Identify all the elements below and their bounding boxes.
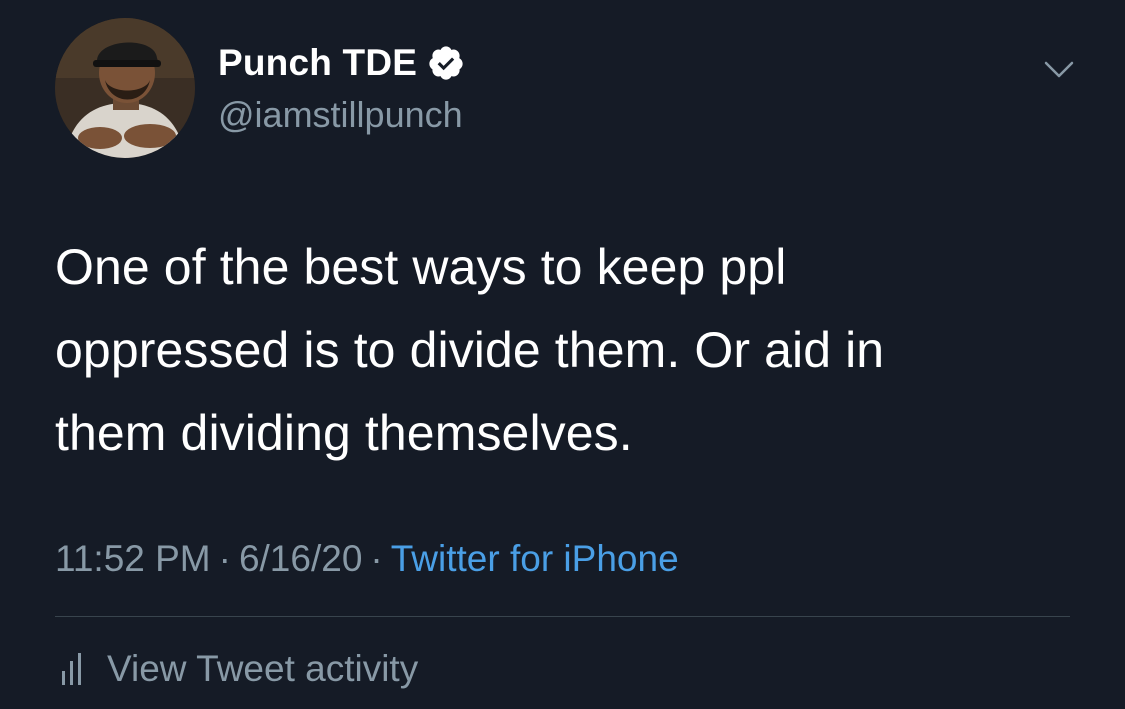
author-handle[interactable]: @iamstillpunch [218,94,463,136]
author-name-row[interactable]: Punch TDE [218,42,465,84]
tweet-metadata: 11:52 PM · 6/16/20 · Twitter for iPhone [55,538,679,580]
view-tweet-activity-button[interactable]: View Tweet activity [55,648,418,690]
chevron-down-icon[interactable] [1038,48,1080,90]
verified-badge-icon [427,44,465,82]
view-tweet-activity-label: View Tweet activity [107,648,419,689]
author-display-name[interactable]: Punch TDE [218,42,417,84]
avatar[interactable] [55,18,195,158]
bar-chart-icon [55,651,89,687]
tweet-date[interactable]: 6/16/20 [239,538,362,580]
tweet-time[interactable]: 11:52 PM [55,538,211,580]
tweet-text: One of the best ways to keep ppl oppress… [55,239,885,461]
tweet-card: Punch TDE @iamstillpunch One of the best… [0,0,1125,709]
meta-separator: · [218,538,231,579]
meta-separator: · [370,538,383,579]
tweet-source-link[interactable]: Twitter for iPhone [391,538,679,580]
avatar-image [55,18,195,158]
divider [55,616,1070,617]
